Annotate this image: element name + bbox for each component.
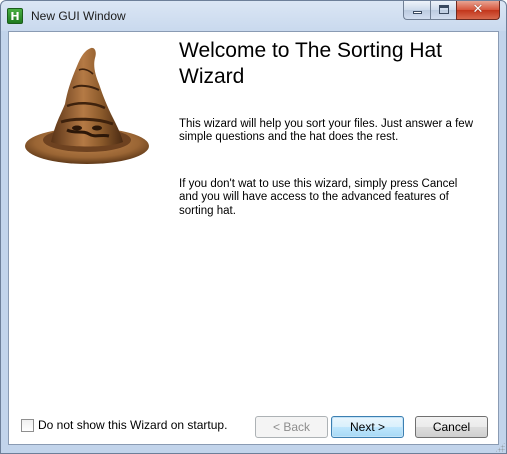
window-title: New GUI Window bbox=[31, 9, 126, 23]
wizard-intro-text: This wizard will help you sort your file… bbox=[179, 118, 473, 144]
app-icon: H bbox=[7, 8, 23, 24]
wizard-cancel-text: If you don't wat to use this wizard, sim… bbox=[179, 178, 458, 217]
maximize-icon bbox=[439, 5, 449, 14]
startup-checkbox-label[interactable]: Do not show this Wizard on startup. bbox=[38, 418, 227, 432]
sorting-hat-image bbox=[25, 47, 149, 164]
title-bar[interactable]: H New GUI Window ✕ bbox=[1, 1, 506, 31]
back-button[interactable]: < Back bbox=[255, 416, 328, 438]
close-icon: ✕ bbox=[472, 2, 484, 17]
wizard-window: H New GUI Window ✕ Welcome to The Sortin… bbox=[0, 0, 507, 454]
startup-checkbox[interactable] bbox=[21, 418, 34, 432]
maximize-button[interactable] bbox=[430, 1, 456, 20]
minimize-icon bbox=[413, 11, 422, 14]
close-button[interactable]: ✕ bbox=[456, 1, 500, 20]
startup-checkbox-row[interactable]: Do not show this Wizard on startup. bbox=[21, 418, 227, 432]
wizard-heading: Welcome to The Sorting Hat Wizard bbox=[179, 39, 443, 88]
minimize-button[interactable] bbox=[403, 1, 430, 20]
next-button[interactable]: Next > bbox=[331, 416, 404, 438]
wizard-client-area: Welcome to The Sorting Hat Wizard This w… bbox=[8, 31, 499, 445]
caption-buttons: ✕ bbox=[403, 1, 500, 20]
cancel-button[interactable]: Cancel bbox=[415, 416, 488, 438]
